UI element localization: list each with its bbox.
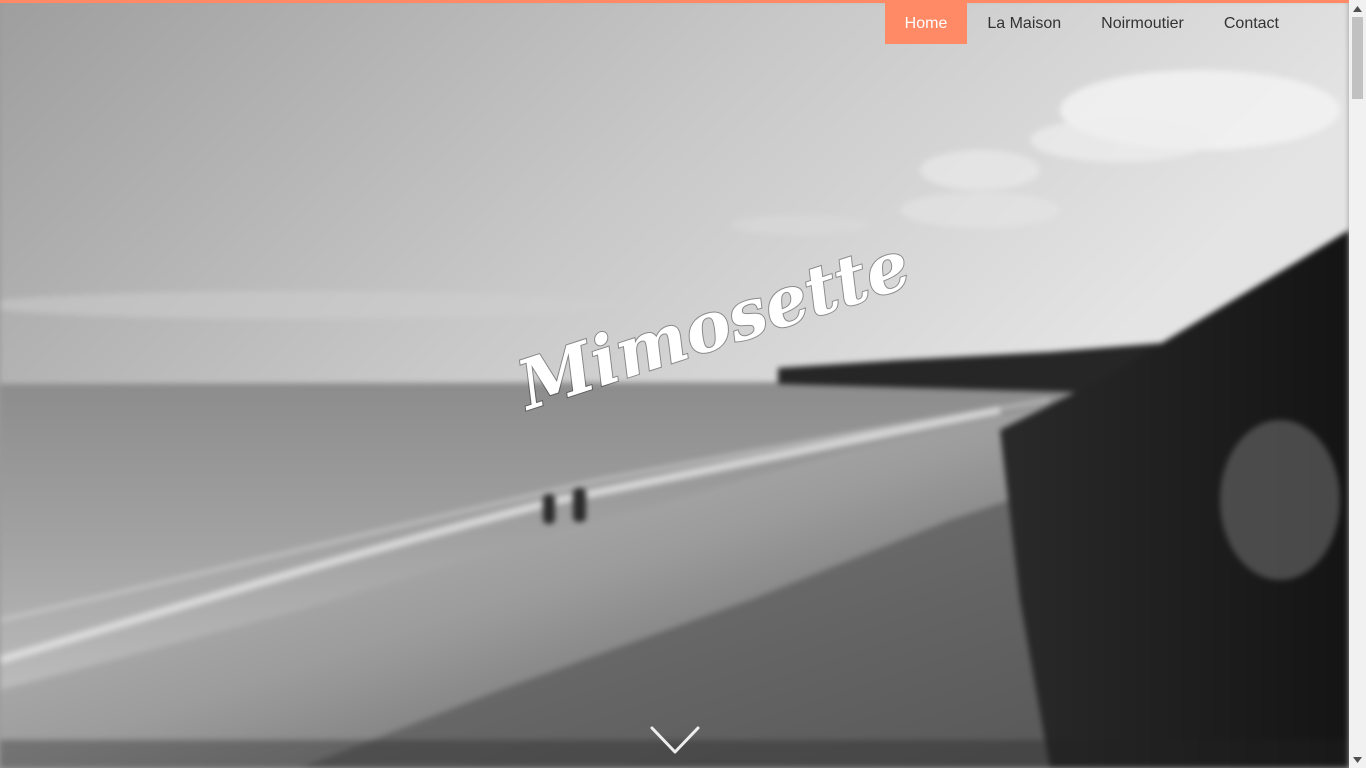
scroll-down-arrow-icon[interactable] bbox=[1349, 751, 1366, 768]
nav-item-noirmoutier[interactable]: Noirmoutier bbox=[1081, 3, 1204, 44]
nav-item-la-maison[interactable]: La Maison bbox=[967, 3, 1081, 44]
scrollbar-thumb[interactable] bbox=[1352, 17, 1363, 99]
scroll-up-arrow-icon[interactable] bbox=[1349, 0, 1366, 17]
scrollbar[interactable] bbox=[1349, 0, 1366, 768]
main-nav: Home La Maison Noirmoutier Contact bbox=[884, 3, 1299, 44]
nav-item-contact[interactable]: Contact bbox=[1204, 3, 1299, 44]
site-title: Mimosette bbox=[506, 224, 921, 428]
chevron-down-icon[interactable] bbox=[649, 722, 701, 758]
page: Home La Maison Noirmoutier Contact Mimos… bbox=[0, 0, 1366, 768]
nav-item-home[interactable]: Home bbox=[884, 3, 968, 44]
